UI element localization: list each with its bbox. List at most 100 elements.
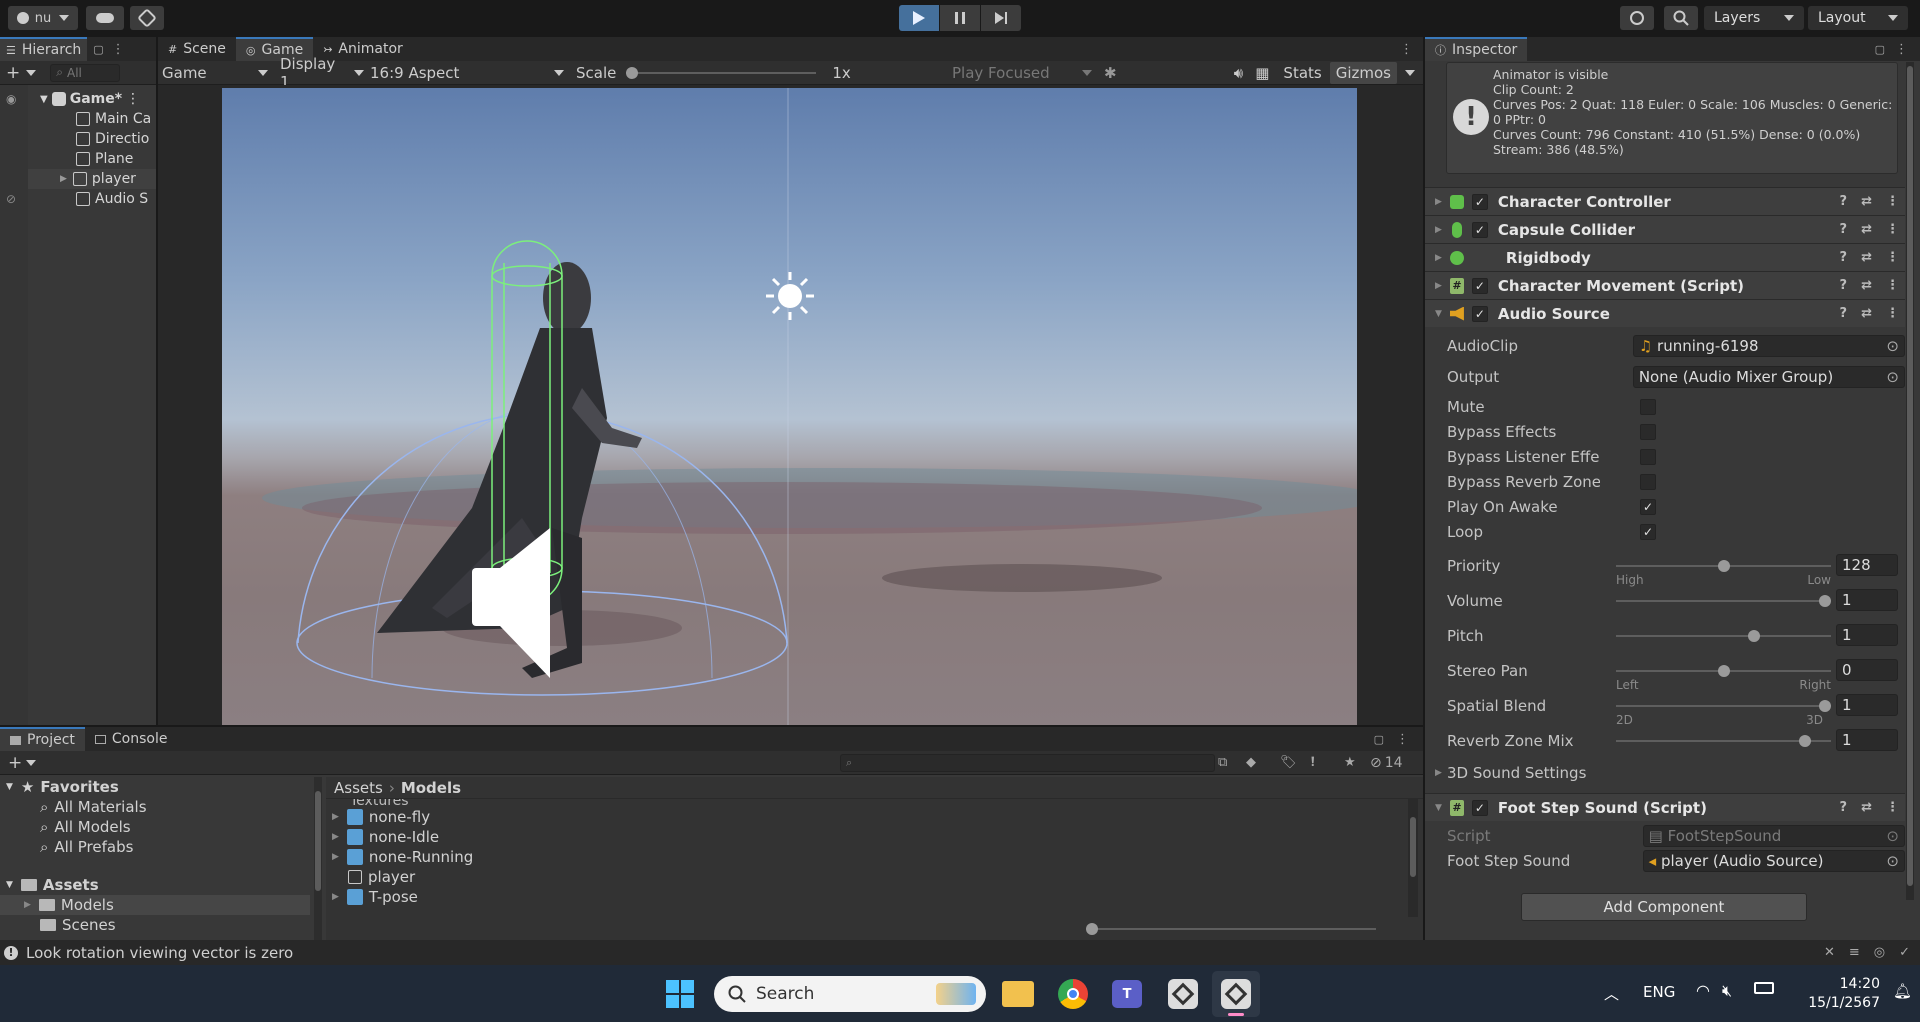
more-icon[interactable]: ⋮ xyxy=(112,42,125,57)
volume-value-field[interactable]: 1 xyxy=(1836,589,1898,611)
help-icon[interactable]: ? xyxy=(1840,250,1848,265)
inspector-scrollbar-thumb[interactable] xyxy=(1907,66,1913,886)
priority-value-field[interactable]: 128 xyxy=(1836,554,1898,576)
bypass-listener-effects-checkbox[interactable] xyxy=(1640,448,1656,465)
component-enabled-checkbox[interactable]: ✓ xyxy=(1471,277,1488,294)
inspector-scrollbar[interactable] xyxy=(1906,62,1914,900)
add-component-button[interactable]: Add Component xyxy=(1521,893,1807,921)
log-icon[interactable]: ❗︎ xyxy=(1311,755,1315,770)
component-enabled-checkbox[interactable]: ✓ xyxy=(1471,221,1488,238)
lock-icon[interactable]: ▢ xyxy=(1875,43,1885,56)
foot-step-sound-field[interactable]: ◂ player (Audio Source) ⊙ xyxy=(1642,849,1905,872)
gizmos-button[interactable]: Gizmos xyxy=(1329,61,1397,84)
aspect-dropdown[interactable]: 16:9 Aspect xyxy=(364,64,564,82)
tab-console[interactable]: Console xyxy=(85,727,178,751)
hierarchy-item-selected[interactable]: ▶ player xyxy=(28,169,156,189)
more-icon[interactable]: ⋮ xyxy=(1886,800,1899,815)
audio-mute-icon[interactable]: 🔊︎ xyxy=(1234,64,1243,82)
project-search-input[interactable]: ⌕ xyxy=(840,753,1215,772)
icon-size-slider[interactable] xyxy=(1086,921,1376,937)
hierarchy-item[interactable]: Directio xyxy=(76,129,156,149)
object-picker-icon[interactable]: ⊙ xyxy=(1886,368,1899,386)
foot-step-sound-header[interactable]: ▼ # ✓ Foot Step Sound (Script) ? ⇄ ⋮ xyxy=(1425,793,1905,821)
slider-knob[interactable] xyxy=(1799,735,1811,747)
tab-project[interactable]: Project xyxy=(0,727,85,751)
tab-scene[interactable]: # Scene xyxy=(158,37,236,61)
slider-knob[interactable] xyxy=(1819,595,1831,607)
filter-type-icon[interactable]: ◆ xyxy=(1246,755,1256,770)
hidden-packages-toggle[interactable]: ⊘ 14 xyxy=(1370,755,1403,771)
tab-hierarchy[interactable]: ☰ Hierarch xyxy=(0,37,88,61)
pitch-value-field[interactable]: 1 xyxy=(1836,624,1898,646)
expand-arrow-icon[interactable]: ▶ xyxy=(1435,197,1442,207)
search-by-type-icon[interactable]: ⧉ xyxy=(1218,755,1227,770)
progress-icon[interactable]: ✓ xyxy=(1899,945,1910,960)
slider-knob[interactable] xyxy=(1819,700,1831,712)
favorite-item[interactable]: ⌕ All Materials xyxy=(0,797,320,817)
notification-bell-icon[interactable]: 🔔︎ xyxy=(1893,982,1912,1000)
expand-arrow-icon[interactable]: ▶ xyxy=(332,812,339,822)
history-button[interactable] xyxy=(1620,6,1654,30)
eye-hidden-icon[interactable]: ⊘ xyxy=(6,192,76,206)
component-audio-source[interactable]: ▼ ✓ Audio Source ? ⇄ ⋮ xyxy=(1425,299,1905,327)
scale-knob[interactable] xyxy=(626,66,639,79)
expand-arrow-icon[interactable]: ▼ xyxy=(1435,803,1442,813)
object-picker-icon[interactable]: ⊙ xyxy=(1886,852,1899,870)
unity-hub-icon[interactable] xyxy=(1168,979,1198,1009)
component-enabled-checkbox[interactable]: ✓ xyxy=(1471,799,1488,816)
help-icon[interactable]: ? xyxy=(1840,278,1848,293)
output-field[interactable]: None (Audio Mixer Group) ⊙ xyxy=(1632,366,1905,388)
clock[interactable]: 14:20 15/1/2567 xyxy=(1790,975,1880,1013)
list-item[interactable]: ▶ none-fly xyxy=(326,807,1423,827)
3d-sound-settings-foldout[interactable]: ▶ 3D Sound Settings xyxy=(1425,760,1905,785)
slider-knob[interactable] xyxy=(1748,630,1760,642)
favorite-item[interactable]: ⌕ All Models xyxy=(0,817,320,837)
more-icon[interactable]: ⋮ xyxy=(1895,42,1908,57)
preset-icon[interactable]: ⇄ xyxy=(1861,194,1872,209)
mute-checkbox[interactable] xyxy=(1640,398,1656,415)
chevron-down-icon[interactable] xyxy=(1405,69,1415,76)
preset-icon[interactable]: ⇄ xyxy=(1861,250,1872,265)
label-icon[interactable]: 🏷︎ xyxy=(1280,755,1297,770)
chevron-down-icon[interactable] xyxy=(26,69,37,76)
folder-tree-scrollbar-thumb[interactable] xyxy=(315,791,321,891)
expand-arrow-icon[interactable]: ▼ xyxy=(40,94,48,105)
more-icon[interactable]: ⋮ xyxy=(126,91,140,107)
more-icon[interactable]: ⋮ xyxy=(1396,732,1409,747)
bypass-reverb-zones-checkbox[interactable] xyxy=(1640,473,1656,490)
cache-icon[interactable]: ≡ xyxy=(1849,945,1860,960)
eye-icon[interactable]: ◉ xyxy=(6,92,40,106)
assets-header[interactable]: ▼ Assets xyxy=(0,875,320,895)
chrome-icon[interactable] xyxy=(1058,979,1088,1009)
favorite-item[interactable]: ⌕ All Prefabs xyxy=(0,837,320,857)
more-icon[interactable]: ⋮ xyxy=(1886,250,1899,265)
expand-arrow-icon[interactable]: ▶ xyxy=(1435,253,1442,263)
expand-arrow-icon[interactable]: ▶ xyxy=(332,852,339,862)
step-button[interactable] xyxy=(981,5,1021,31)
scale-track[interactable] xyxy=(626,66,817,79)
scale-slider[interactable]: Scale 1x xyxy=(564,64,884,82)
more-icon[interactable]: ⋮ xyxy=(1400,42,1413,57)
help-icon[interactable]: ? xyxy=(1840,222,1848,237)
lock-icon[interactable]: ▢ xyxy=(93,43,103,56)
favorite-icon[interactable]: ★ xyxy=(1344,755,1356,770)
stereo-pan-value-field[interactable]: 0 xyxy=(1836,659,1898,681)
status-message[interactable]: Look rotation viewing vector is zero xyxy=(26,944,293,962)
folder-tree-scrollbar[interactable] xyxy=(314,777,322,940)
language-indicator[interactable]: ENG xyxy=(1643,983,1675,1001)
audio-clip-field[interactable]: ♫ running-6198 ⊙ xyxy=(1632,335,1905,357)
pitch-slider[interactable] xyxy=(1616,623,1831,648)
play-on-awake-checkbox[interactable]: ✓ xyxy=(1640,498,1656,515)
lighting-icon[interactable]: ◎ xyxy=(1874,945,1885,960)
expand-arrow-icon[interactable]: ▶ xyxy=(332,832,339,842)
list-item[interactable]: player xyxy=(326,867,1423,887)
component-character-movement[interactable]: ▶ # ✓ Character Movement (Script) ? ⇄ ⋮ xyxy=(1425,271,1905,299)
list-item[interactable]: ▶ none-Idle xyxy=(326,827,1423,847)
favorites-header[interactable]: ▼ ★ Favorites xyxy=(0,777,320,797)
more-icon[interactable]: ⋮ xyxy=(1886,222,1899,237)
list-item[interactable]: ▶ T-pose xyxy=(326,887,1423,907)
file-list-scrollbar[interactable] xyxy=(1408,799,1418,917)
priority-slider[interactable]: High Low xyxy=(1616,553,1831,587)
bypass-effects-checkbox[interactable] xyxy=(1640,423,1656,440)
scene-root[interactable]: ◉ ▼ Game* ⋮ xyxy=(6,89,156,109)
